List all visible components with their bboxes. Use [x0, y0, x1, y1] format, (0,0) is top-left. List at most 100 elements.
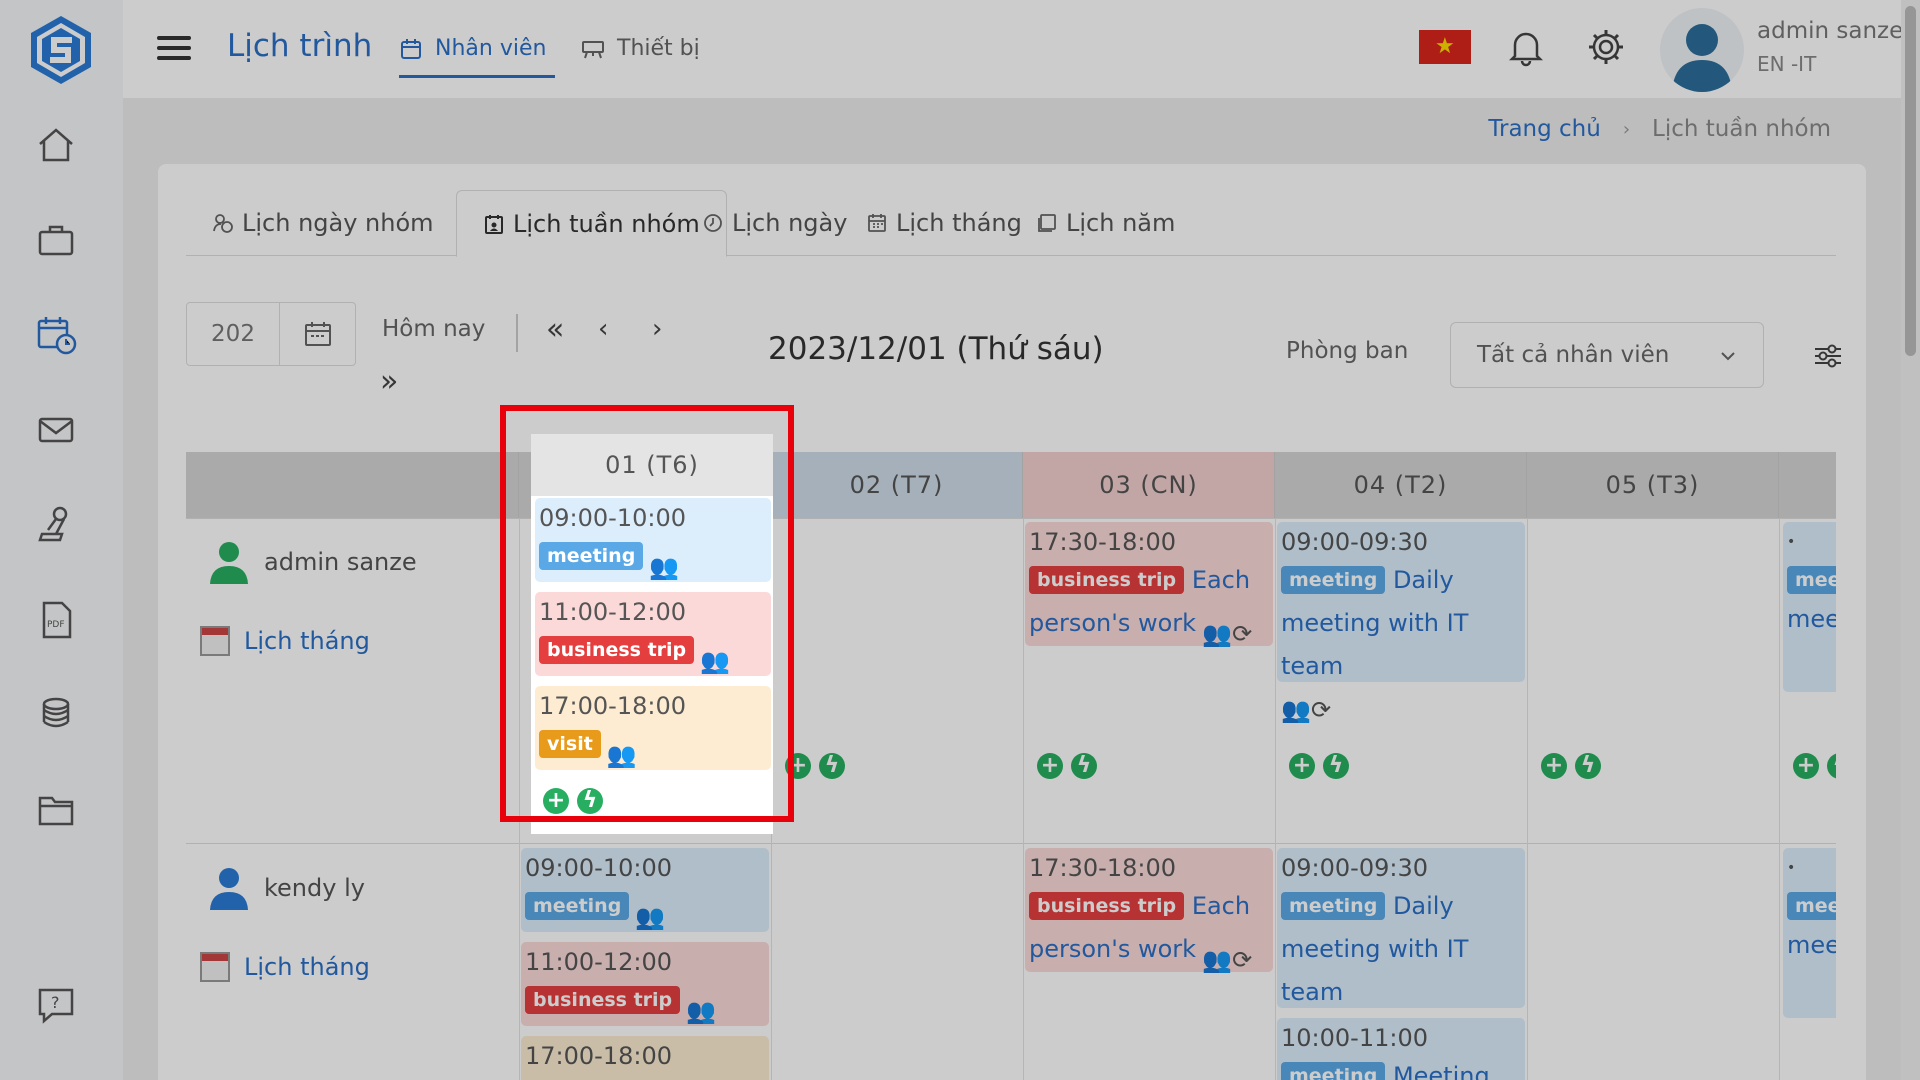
date-picker-button[interactable]: [280, 302, 356, 366]
event-title[interactable]: Daily: [1393, 892, 1454, 920]
page-scrollbar[interactable]: [1901, 0, 1920, 1080]
people-icon: 👥: [686, 997, 717, 1025]
add-icon[interactable]: +: [1037, 753, 1063, 779]
prev-week-icon[interactable]: «: [546, 312, 564, 347]
event-card[interactable]: 09:00-09:30 meeting Daily meeting with I…: [1277, 522, 1525, 724]
event-tag: meet: [1787, 892, 1836, 920]
event-title[interactable]: person's work: [1029, 935, 1196, 963]
tab-group-week-label: Lịch tuần nhóm: [513, 209, 700, 238]
department-select-value: Tất cả nhân viên: [1477, 342, 1670, 368]
year-input[interactable]: 202: [186, 302, 280, 366]
pdf-icon[interactable]: PDF: [34, 598, 78, 642]
department-select[interactable]: Tất cả nhân viên: [1450, 322, 1764, 388]
schedule-icon[interactable]: [34, 312, 78, 356]
event-dot: •: [1787, 534, 1796, 550]
calendar-small-icon: [200, 626, 230, 656]
event-card-partial[interactable]: • meet meet: [1783, 848, 1836, 1018]
stamp-icon[interactable]: [34, 502, 78, 546]
next-week-icon[interactable]: »: [380, 364, 398, 399]
event-card[interactable]: 17:30-18:00 business trip Each person's …: [1025, 522, 1273, 648]
column-divider: [1527, 518, 1528, 1080]
event-title[interactable]: meet: [1787, 605, 1836, 633]
event-time: 17:30-18:00: [1029, 528, 1176, 556]
employee-month-link[interactable]: Lịch tháng: [200, 952, 370, 982]
projector-icon: [582, 40, 604, 58]
bell-icon[interactable]: [1505, 26, 1547, 68]
quick-add-icon[interactable]: ϟ: [1071, 753, 1097, 779]
quick-add-icon[interactable]: ϟ: [1575, 753, 1601, 779]
add-icon[interactable]: +: [1289, 753, 1315, 779]
tab-group-day[interactable]: Lịch ngày nhóm: [186, 190, 460, 256]
people-icon: 👥: [1281, 696, 1311, 724]
scrollbar-thumb[interactable]: [1905, 6, 1916, 356]
employee-row-kendy[interactable]: kendy ly: [208, 866, 365, 910]
event-tag: meet: [1787, 566, 1836, 594]
prev-day-icon[interactable]: ‹: [598, 314, 608, 344]
home-icon[interactable]: [34, 122, 78, 166]
event-title[interactable]: Each: [1192, 566, 1250, 594]
sidebar: PDF ?: [0, 0, 123, 1080]
event-title[interactable]: Daily: [1393, 566, 1454, 594]
gear-icon[interactable]: [1585, 26, 1627, 68]
event-time: 09:00-10:00: [525, 854, 672, 882]
menu-toggle-icon[interactable]: [157, 36, 191, 62]
add-icon[interactable]: +: [1541, 753, 1567, 779]
row-divider: [186, 843, 1836, 844]
event-card[interactable]: 09:00-09:30 meeting Daily meeting with I…: [1277, 848, 1525, 1050]
vietnam-flag-icon[interactable]: ★: [1419, 30, 1471, 64]
help-icon[interactable]: ?: [34, 982, 78, 1026]
quick-add-icon[interactable]: ϟ: [1827, 753, 1836, 779]
briefcase-icon[interactable]: [34, 218, 78, 262]
employee-month-link-label: Lịch tháng: [244, 953, 370, 981]
event-card[interactable]: 10:00-11:00 meeting Meeting: [1277, 1018, 1525, 1080]
breadcrumb-separator: ›: [1622, 118, 1631, 140]
event-dot: •: [1787, 860, 1796, 876]
tab-employees[interactable]: Nhân viên: [399, 36, 546, 61]
user-dept: EN -IT: [1757, 52, 1817, 76]
tab-year[interactable]: Lịch năm: [1010, 190, 1201, 256]
schedule-card: Lịch ngày nhóm Lịch tuần nhóm Lịch ngày …: [158, 164, 1866, 1080]
highlight-frame: [500, 405, 794, 822]
event-title[interactable]: meeting with IT team: [1281, 609, 1468, 680]
tab-devices-label: Thiết bị: [617, 36, 700, 61]
employee-month-link[interactable]: Lịch tháng: [200, 626, 370, 656]
quick-add-icon[interactable]: ϟ: [819, 753, 845, 779]
top-bar: Lịch trình Nhân viên Thiết bị ★ admin sa…: [123, 0, 1920, 98]
event-card[interactable]: 11:00-12:00 business trip 👥: [521, 942, 769, 1026]
event-title[interactable]: Each: [1192, 892, 1250, 920]
coins-icon[interactable]: [34, 692, 78, 736]
app-logo[interactable]: [28, 14, 94, 86]
event-card[interactable]: 17:00-18:00 visit👥: [521, 1036, 769, 1080]
avatar[interactable]: [1660, 8, 1744, 92]
filter-settings-icon[interactable]: [1812, 340, 1844, 372]
today-button[interactable]: Hôm nay: [382, 316, 485, 342]
group-day-icon: [213, 214, 233, 233]
add-buttons: +ϟ: [1541, 753, 1601, 779]
svg-text:PDF: PDF: [47, 620, 65, 630]
event-title[interactable]: Meeting: [1393, 1062, 1490, 1080]
column-divider: [1275, 518, 1276, 1080]
event-card[interactable]: 17:30-18:00 business trip Each person's …: [1025, 848, 1273, 974]
calendar-small-icon: [200, 952, 230, 982]
folder-icon[interactable]: [34, 788, 78, 832]
event-tag: business trip: [525, 986, 681, 1014]
column-header-day: 02 (T7): [771, 452, 1023, 518]
next-day-icon[interactable]: ›: [652, 314, 662, 344]
event-title[interactable]: meeting with IT team: [1281, 935, 1468, 1006]
dimmed-background: PDF ? Lịch trình Nhân viên Thiết bị ★ ad…: [0, 0, 1920, 1080]
employee-row-admin[interactable]: admin sanze: [208, 540, 417, 584]
tab-devices[interactable]: Thiết bị: [581, 36, 700, 61]
event-tag: meeting: [525, 892, 630, 920]
event-time: 11:00-12:00: [525, 948, 672, 976]
mail-icon[interactable]: [34, 408, 78, 452]
event-title[interactable]: person's work: [1029, 609, 1196, 637]
quick-add-icon[interactable]: ϟ: [1323, 753, 1349, 779]
add-icon[interactable]: +: [1793, 753, 1819, 779]
event-time: 10:00-11:00: [1281, 1024, 1428, 1052]
event-card-partial[interactable]: • meet meet: [1783, 522, 1836, 692]
breadcrumb-home[interactable]: Trang chủ: [1488, 116, 1601, 142]
tab-month-label: Lịch tháng: [896, 209, 1022, 237]
event-card[interactable]: 09:00-10:00 meeting 👥: [521, 848, 769, 932]
event-title[interactable]: meet: [1787, 931, 1836, 959]
svg-text:?: ?: [51, 993, 60, 1012]
